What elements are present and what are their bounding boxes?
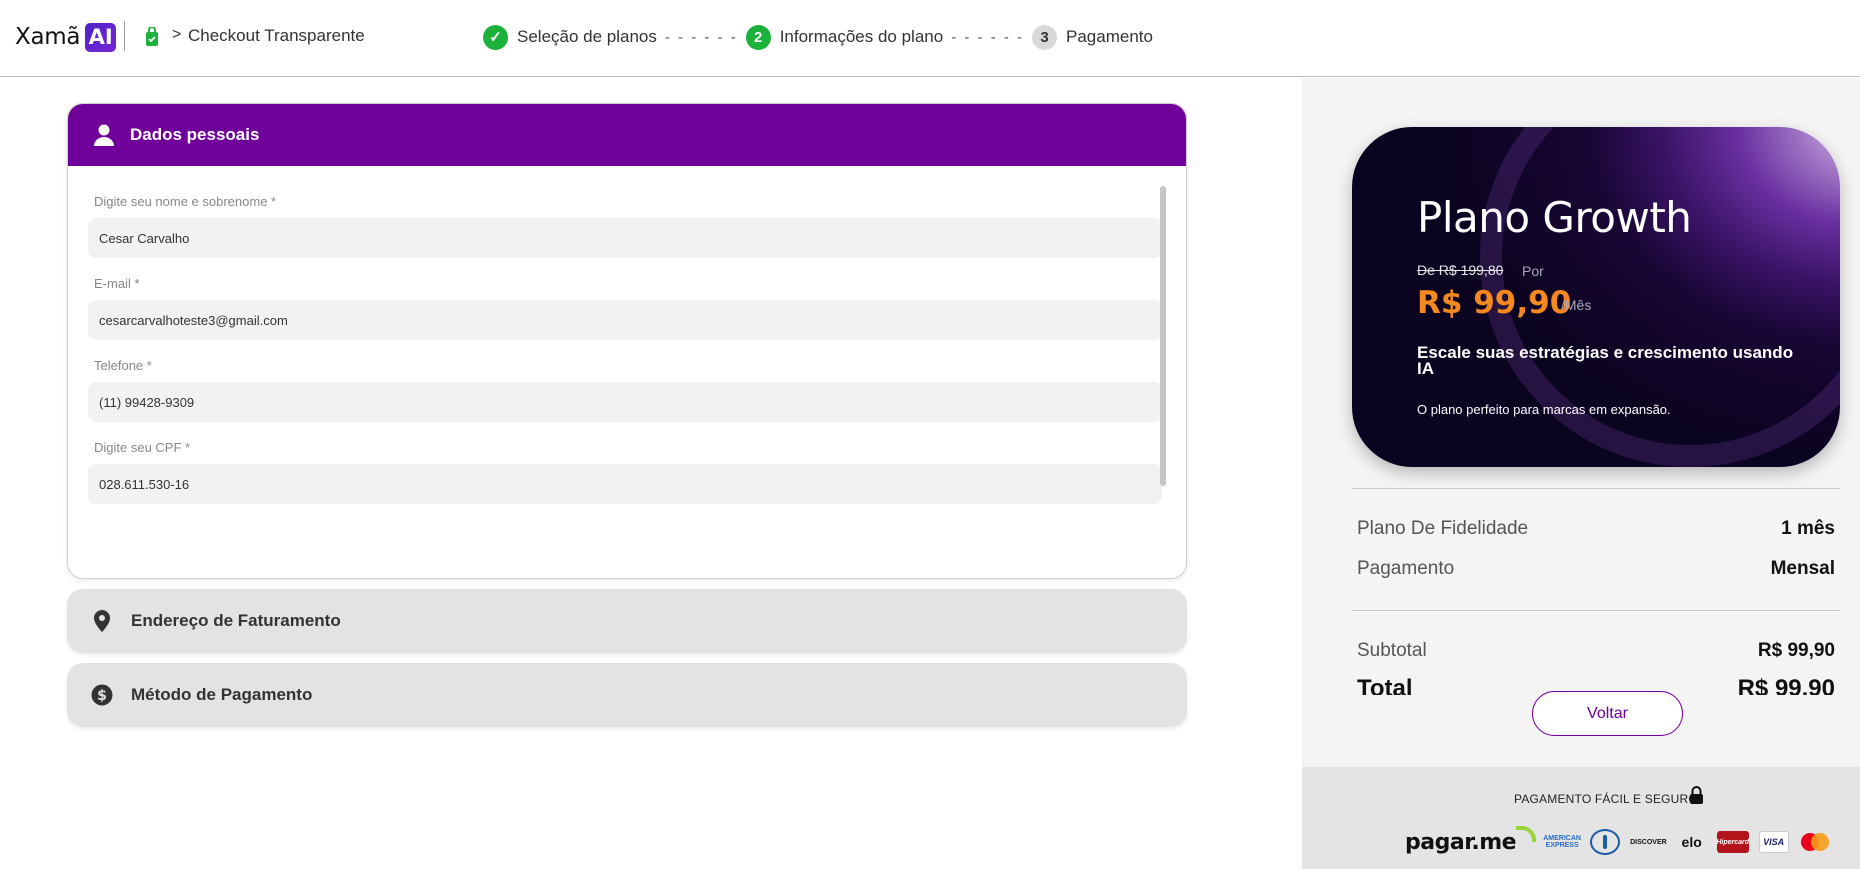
svg-text:$: $ <box>97 688 107 704</box>
plan-card: Plano Growth De R$ 199,80 Por R$ 99,90 /… <box>1352 127 1840 467</box>
personal-data-header[interactable]: Dados pessoais <box>68 104 1186 166</box>
name-input[interactable]: Cesar Carvalho <box>88 218 1162 258</box>
checkout-bag-icon <box>146 27 158 46</box>
lock-icon <box>1690 786 1703 804</box>
visa-logo: VISA <box>1758 831 1789 853</box>
cpf-input[interactable]: 028.611.530-16 <box>88 464 1162 504</box>
step-separator: - - - - - - <box>951 28 1025 46</box>
billing-address-panel[interactable]: Endereço de Faturamento <box>67 589 1187 653</box>
step-separator: - - - - - - <box>664 28 738 46</box>
diners-mark <box>1603 835 1608 849</box>
elo-logo: elo <box>1681 834 1702 850</box>
subtotal-row: Subtotal R$ 99,90 <box>1357 640 1835 662</box>
discover-logo: DISCOVER <box>1630 838 1667 846</box>
cpf-label: Digite seu CPF * <box>94 440 191 455</box>
plan-description: O plano perfeito para marcas em expansão… <box>1417 402 1671 417</box>
order-summary: Plano Growth De R$ 199,80 Por R$ 99,90 /… <box>1302 78 1860 869</box>
form-scrollbar[interactable] <box>1160 186 1166 486</box>
subtotal-value: R$ 99,90 <box>1757 640 1835 661</box>
checkout-stepper: ✓ Seleção de planos - - - - - - 2 Inform… <box>483 24 1153 50</box>
payment-method-panel[interactable]: $ Método de Pagamento <box>67 663 1187 727</box>
step-3-number: 3 <box>1032 24 1058 50</box>
mastercard-logo <box>1799 831 1831 853</box>
payment-label: Pagamento <box>1357 558 1455 579</box>
fidelity-label: Plano De Fidelidade <box>1357 518 1529 539</box>
logo-text: Xamã <box>15 24 81 50</box>
total-label: Total <box>1357 675 1413 695</box>
phone-field: Telefone * (11) 99428-9309 <box>88 358 1162 422</box>
hipercard-logo: Hipercard <box>1716 831 1749 853</box>
mastercard-orange-circle <box>1810 833 1829 851</box>
summary-divider <box>1352 488 1840 489</box>
name-field: Digite seu nome e sobrenome * Cesar Carv… <box>88 194 1162 258</box>
back-button[interactable]: Voltar <box>1532 691 1683 736</box>
dollar-coin-icon: $ <box>91 684 113 706</box>
amex-logo: AMERICAN EXPRESS <box>1543 835 1581 849</box>
diners-logo <box>1590 829 1621 855</box>
step-1-check-icon: ✓ <box>483 24 508 50</box>
secure-payment-footer: PAGAMENTO FÁCIL E SEGURO pagar.me AMERIC… <box>1302 767 1860 869</box>
checkout-form: Dados pessoais Digite seu nome e sobreno… <box>67 103 1187 727</box>
email-label: E-mail * <box>94 276 140 291</box>
payment-method-title: Método de Pagamento <box>131 685 313 704</box>
name-label: Digite seu nome e sobrenome * <box>94 194 277 209</box>
phone-label: Telefone * <box>94 358 152 373</box>
subtotal-label: Subtotal <box>1357 640 1427 661</box>
plan-name: Plano Growth <box>1417 193 1692 242</box>
billing-address-title: Endereço de Faturamento <box>131 611 341 630</box>
payment-value: Mensal <box>1770 558 1835 579</box>
email-input[interactable]: cesarcarvalhoteste3@gmail.com <box>88 300 1162 340</box>
user-icon <box>94 124 114 146</box>
plan-old-price: De R$ 199,80 <box>1417 262 1504 278</box>
personal-data-title: Dados pessoais <box>130 125 260 144</box>
phone-input[interactable]: (11) 99428-9309 <box>88 382 1162 422</box>
top-header: Xamã AI > Checkout Transparente ✓ Seleçã… <box>0 0 1860 77</box>
payment-brands: pagar.me AMERICAN EXPRESS DISCOVER elo H… <box>1405 825 1831 857</box>
step-2-label: Informações do plano <box>779 27 944 46</box>
plan-por-label: Por <box>1522 263 1544 279</box>
fidelity-value: 1 mês <box>1781 518 1835 539</box>
breadcrumb-title: Checkout Transparente <box>188 26 365 45</box>
total-value: R$ 99,90 <box>1737 675 1835 695</box>
fidelity-row: Plano De Fidelidade 1 mês <box>1357 518 1835 540</box>
pagarme-arc <box>1516 825 1537 842</box>
personal-data-body: Digite seu nome e sobrenome * Cesar Carv… <box>68 166 1186 578</box>
pagarme-text: pagar.me <box>1405 829 1517 855</box>
cpf-field: Digite seu CPF * 028.611.530-16 <box>88 440 1162 504</box>
header-divider <box>124 21 125 51</box>
step-3-label: Pagamento <box>1066 27 1153 46</box>
step-1-label: Seleção de planos <box>517 27 657 46</box>
personal-data-panel: Dados pessoais Digite seu nome e sobreno… <box>67 103 1187 579</box>
location-pin-icon <box>94 610 110 632</box>
summary-divider <box>1352 610 1840 611</box>
email-field: E-mail * cesarcarvalhoteste3@gmail.com <box>88 276 1162 340</box>
secure-payment-text: PAGAMENTO FÁCIL E SEGURO <box>1514 792 1698 806</box>
plan-price: R$ 99,90 <box>1417 285 1572 321</box>
chevron-right-icon: > <box>172 26 182 43</box>
payment-row: Pagamento Mensal <box>1357 558 1835 580</box>
plan-tagline: Escale suas estratégias e crescimento us… <box>1417 343 1794 378</box>
pagarme-logo: pagar.me <box>1405 825 1537 855</box>
logo-badge: AI <box>85 22 117 52</box>
plan-period: /Mês <box>1561 297 1592 313</box>
brand-logo[interactable]: Xamã AI <box>15 22 117 52</box>
step-2-number: 2 <box>745 24 771 50</box>
